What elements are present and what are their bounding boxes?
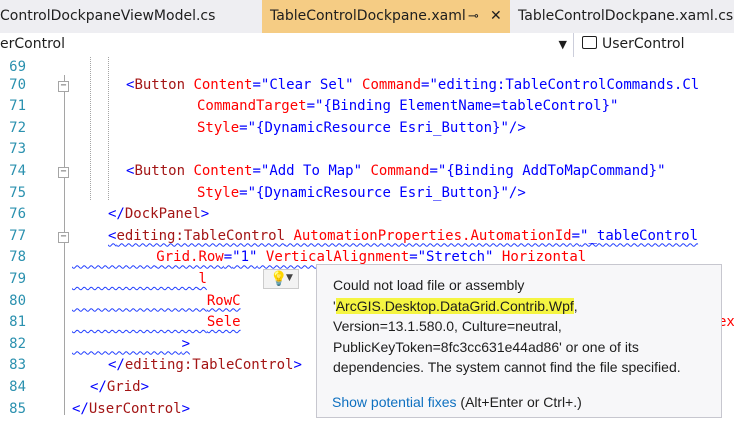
quick-actions-lightbulb[interactable]: 💡 ▼ [263, 269, 299, 289]
fixes-shortcut-hint: (Alt+Enter or Ctrl+.) [456, 394, 582, 410]
line-number: 79 [9, 270, 26, 287]
line-number: 72 [9, 119, 26, 136]
collapse-toggle[interactable]: − [58, 80, 69, 92]
line-number: 70 [9, 76, 26, 93]
class-icon [582, 36, 597, 49]
code-line: 75 Style="{DynamicResource Esri_Button}"… [0, 183, 734, 205]
line-number: 77 [9, 227, 26, 244]
code-line: 76 </DockPanel> [0, 204, 734, 226]
line-number: 73 [9, 141, 26, 158]
type-selector-value: erControl [0, 36, 65, 52]
code-line: 77 − <editing:TableControl AutomationPro… [0, 226, 734, 248]
chevron-down-icon: ▼ [286, 273, 293, 283]
line-number: 71 [9, 98, 26, 115]
close-icon[interactable]: ✕ [490, 0, 502, 33]
code-line: 70 − <Button Content="Clear Sel" Command… [0, 75, 734, 97]
collapse-toggle[interactable]: − [58, 231, 69, 243]
line-number: 78 [9, 249, 26, 266]
chevron-down-icon: ▼ [558, 38, 567, 51]
potential-fixes-row: Show potential fixes (Alt+Enter or Ctrl+… [332, 394, 582, 410]
line-number: 80 [9, 292, 26, 309]
line-number: 75 [9, 184, 26, 201]
code-line: 73 [0, 139, 734, 161]
line-number: 85 [9, 400, 26, 417]
line-number: 81 [9, 314, 26, 331]
show-potential-fixes-link[interactable]: Show potential fixes [332, 394, 457, 410]
code-line: 72 Style="{DynamicResource Esri_Button}"… [0, 118, 734, 140]
error-message: Could not load file or assembly 'ArcGIS.… [333, 277, 681, 375]
navigation-bar: erControl ▼ UserControl [0, 33, 734, 58]
line-number: 82 [9, 335, 26, 352]
error-tooltip: Could not load file or assembly 'ArcGIS.… [316, 264, 722, 418]
tab-label: TableControlDockpane.xaml.cs [518, 8, 734, 24]
line-number: 74 [9, 162, 26, 179]
document-tab-strip: ControlDockpaneViewModel.cs TableControl… [0, 0, 734, 34]
code-line: 71 CommandTarget="{Binding ElementName=t… [0, 96, 734, 118]
highlighted-assembly-name: ArcGIS.Desktop.DataGrid.Contrib.Wpf [335, 297, 574, 314]
lightbulb-icon: 💡 [270, 271, 288, 287]
member-selector-dropdown[interactable]: UserControl [582, 33, 734, 57]
member-selector-value: UserControl [602, 36, 685, 52]
tab-label: ControlDockpaneViewModel.cs [0, 8, 216, 24]
line-number: 83 [9, 357, 26, 374]
code-line: 74 − <Button Content="Add To Map" Comman… [0, 161, 734, 183]
line-number: 76 [9, 206, 26, 223]
line-number: 84 [9, 378, 26, 395]
tab-dockpane-xaml[interactable]: TableControlDockpane.xaml ⊸ ✕ [262, 0, 510, 33]
pin-icon[interactable]: ⊸ [468, 0, 479, 33]
type-selector-dropdown[interactable]: erControl ▼ [0, 33, 574, 57]
collapse-toggle[interactable]: − [58, 166, 69, 178]
tab-label: TableControlDockpane.xaml [270, 8, 466, 24]
tab-viewmodel-cs[interactable]: ControlDockpaneViewModel.cs [0, 0, 262, 33]
tab-dockpane-xaml-cs[interactable]: TableControlDockpane.xaml.cs [510, 0, 734, 33]
